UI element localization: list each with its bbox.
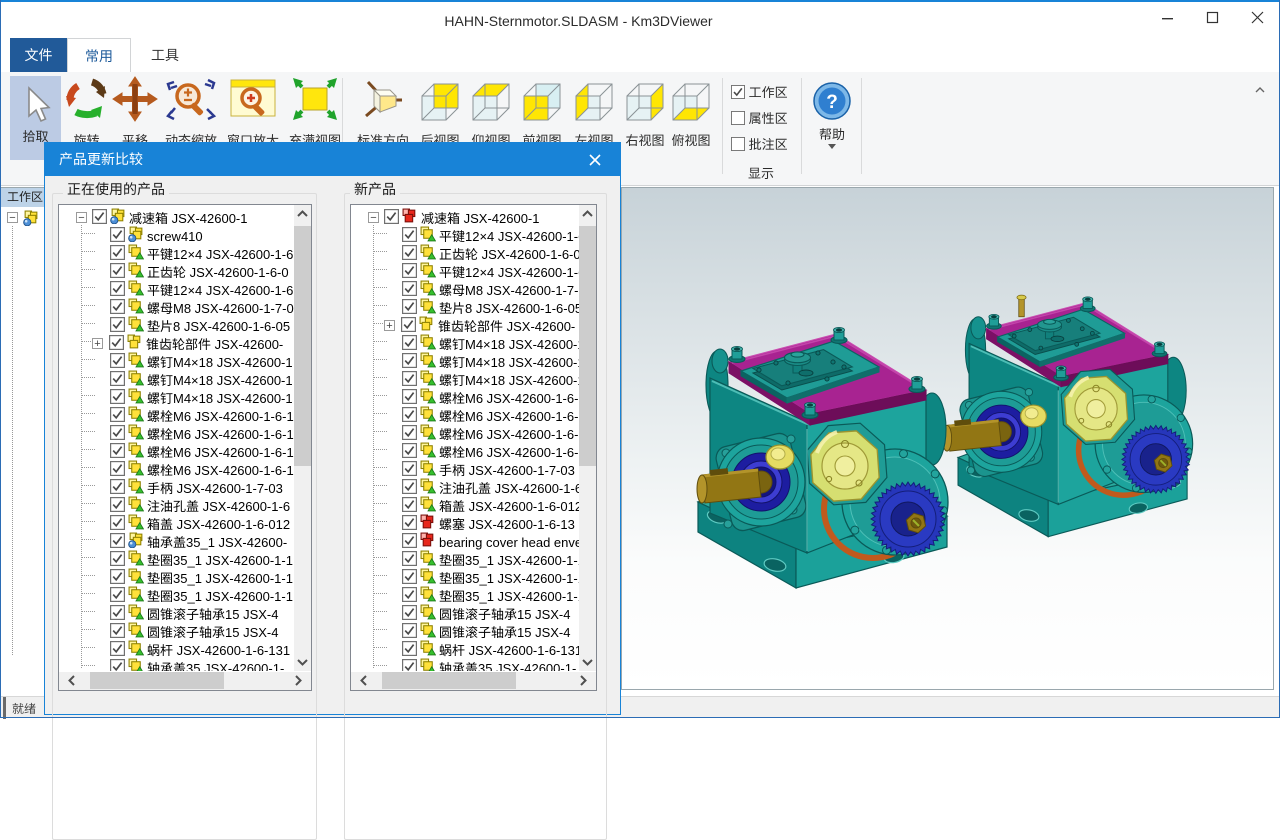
- svg-text:?: ?: [826, 92, 838, 113]
